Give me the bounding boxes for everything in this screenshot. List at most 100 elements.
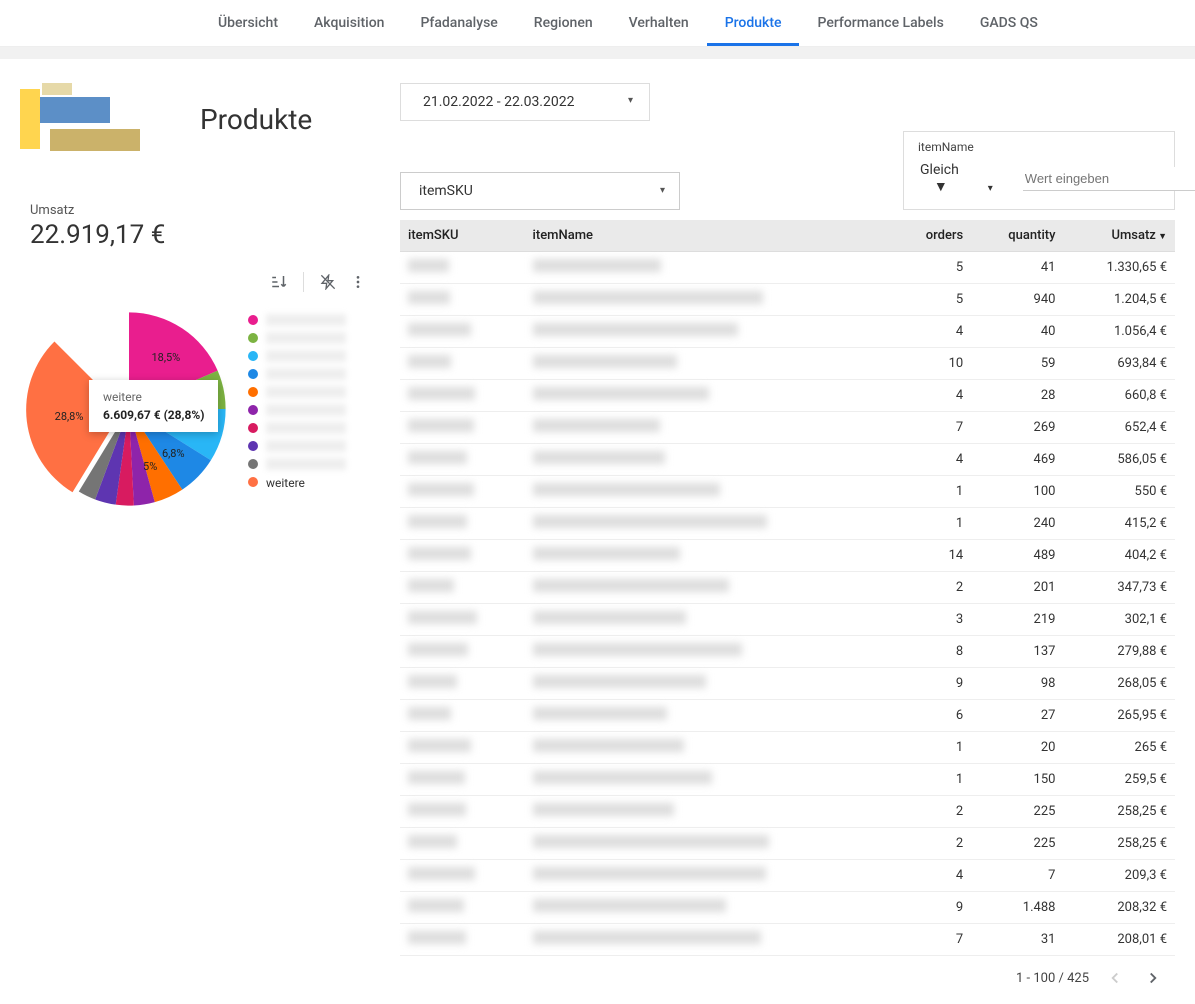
tab-gads-qs[interactable]: GADS QS [962, 0, 1056, 46]
cell-quantity: 489 [971, 540, 1063, 572]
legend-item[interactable] [248, 422, 346, 434]
table-row[interactable]: 4469586,05 € [400, 444, 1175, 476]
nav-tabs: ÜbersichtAkquisitionPfadanalyseRegionenV… [0, 0, 1195, 47]
tab-performance-labels[interactable]: Performance Labels [799, 0, 961, 46]
tab-produkte[interactable]: Produkte [707, 0, 800, 46]
legend-item[interactable] [248, 458, 346, 470]
filter-value-input[interactable] [1023, 167, 1195, 191]
cell-orders: 9 [893, 668, 971, 700]
cell-orders: 2 [893, 572, 971, 604]
col-orders[interactable]: orders [893, 220, 971, 252]
legend-item[interactable] [248, 386, 346, 398]
cell-umsatz: 258,25 € [1063, 828, 1175, 860]
col-itemName[interactable]: itemName [525, 220, 894, 252]
tab-akquisition[interactable]: Akquisition [296, 0, 402, 46]
col-umsatz[interactable]: Umsatz [1063, 220, 1175, 252]
table-row[interactable]: 91.488208,32 € [400, 892, 1175, 924]
table-row[interactable]: 2225258,25 € [400, 796, 1175, 828]
cell-orders: 2 [893, 828, 971, 860]
table-row[interactable]: 627265,95 € [400, 700, 1175, 732]
cell-umsatz: 1.330,65 € [1063, 252, 1175, 284]
cell-orders: 4 [893, 316, 971, 348]
tab-übersicht[interactable]: Übersicht [200, 0, 296, 46]
legend-label [266, 332, 346, 344]
cell-itemname [525, 252, 894, 284]
table-row[interactable]: 731208,01 € [400, 924, 1175, 956]
cell-itemname [525, 764, 894, 796]
cell-itemsku [400, 732, 525, 764]
legend-item[interactable] [248, 314, 346, 326]
legend-item[interactable] [248, 440, 346, 452]
pie-slice-label: 28,8% [55, 410, 84, 423]
table-row[interactable]: 2225258,25 € [400, 828, 1175, 860]
pie-chart[interactable]: weitere 6.609,67 € (28,8%) 18,5%6,5%8,9%… [24, 304, 234, 514]
cell-itemname [525, 700, 894, 732]
pager-prev-button[interactable] [1103, 966, 1127, 990]
tab-regionen[interactable]: Regionen [516, 0, 611, 46]
legend-swatch [248, 351, 258, 361]
cell-quantity: 269 [971, 412, 1063, 444]
cell-itemsku [400, 252, 525, 284]
table-row[interactable]: 1240415,2 € [400, 508, 1175, 540]
legend-item[interactable] [248, 332, 346, 344]
chart-tooltip: weitere 6.609,67 € (28,8%) [89, 380, 218, 432]
cell-itemsku [400, 380, 525, 412]
table-row[interactable]: 5411.330,65 € [400, 252, 1175, 284]
col-quantity[interactable]: quantity [971, 220, 1063, 252]
flash-off-icon[interactable] [316, 270, 340, 294]
cell-itemsku [400, 700, 525, 732]
table-row[interactable]: 59401.204,5 € [400, 284, 1175, 316]
col-itemSKU[interactable]: itemSKU [400, 220, 525, 252]
cell-orders: 6 [893, 700, 971, 732]
cell-umsatz: 209,3 € [1063, 860, 1175, 892]
legend-item[interactable] [248, 350, 346, 362]
tab-verhalten[interactable]: Verhalten [611, 0, 707, 46]
table-row[interactable]: 4401.056,4 € [400, 316, 1175, 348]
table-row[interactable]: 8137279,88 € [400, 636, 1175, 668]
table-row[interactable]: 998268,05 € [400, 668, 1175, 700]
cell-itemsku [400, 412, 525, 444]
table-row[interactable]: 47209,3 € [400, 860, 1175, 892]
table-row[interactable]: 3219302,1 € [400, 604, 1175, 636]
tab-pfadanalyse[interactable]: Pfadanalyse [402, 0, 515, 46]
legend-item[interactable] [248, 404, 346, 416]
cell-itemsku [400, 316, 525, 348]
pager-next-button[interactable] [1141, 966, 1165, 990]
cell-itemname [525, 924, 894, 956]
cell-umsatz: 586,05 € [1063, 444, 1175, 476]
pie-slice-label: 18,5% [151, 351, 180, 364]
cell-itemname [525, 796, 894, 828]
dimension-select[interactable]: itemSKU [400, 172, 680, 210]
sort-az-icon[interactable] [267, 270, 291, 294]
more-vert-icon[interactable] [346, 270, 370, 294]
table-row[interactable]: 2201347,73 € [400, 572, 1175, 604]
cell-quantity: 31 [971, 924, 1063, 956]
legend-swatch [248, 441, 258, 451]
cell-orders: 10 [893, 348, 971, 380]
legend-item[interactable]: weitere [248, 476, 346, 488]
divider [0, 47, 1195, 59]
cell-itemsku [400, 604, 525, 636]
chart-legend: weitere [248, 314, 346, 488]
table-row[interactable]: 1059693,84 € [400, 348, 1175, 380]
legend-swatch [248, 405, 258, 415]
cell-quantity: 1.488 [971, 892, 1063, 924]
table-row[interactable]: 1150259,5 € [400, 764, 1175, 796]
table-row[interactable]: 120265 € [400, 732, 1175, 764]
legend-item[interactable] [248, 368, 346, 380]
cell-orders: 14 [893, 540, 971, 572]
cell-itemname [525, 412, 894, 444]
legend-label [266, 440, 346, 452]
table-row[interactable]: 1100550 € [400, 476, 1175, 508]
cell-umsatz: 1.056,4 € [1063, 316, 1175, 348]
cell-itemname [525, 828, 894, 860]
cell-quantity: 201 [971, 572, 1063, 604]
table-row[interactable]: 428660,8 € [400, 380, 1175, 412]
date-range-picker[interactable]: 21.02.2022 - 22.03.2022 [400, 83, 650, 121]
cell-umsatz: 404,2 € [1063, 540, 1175, 572]
legend-swatch [248, 387, 258, 397]
filter-box: itemName Gleich ▼ [903, 131, 1175, 210]
table-row[interactable]: 7269652,4 € [400, 412, 1175, 444]
table-row[interactable]: 14489404,2 € [400, 540, 1175, 572]
filter-op-select[interactable]: Gleich ▼ [918, 158, 1013, 199]
